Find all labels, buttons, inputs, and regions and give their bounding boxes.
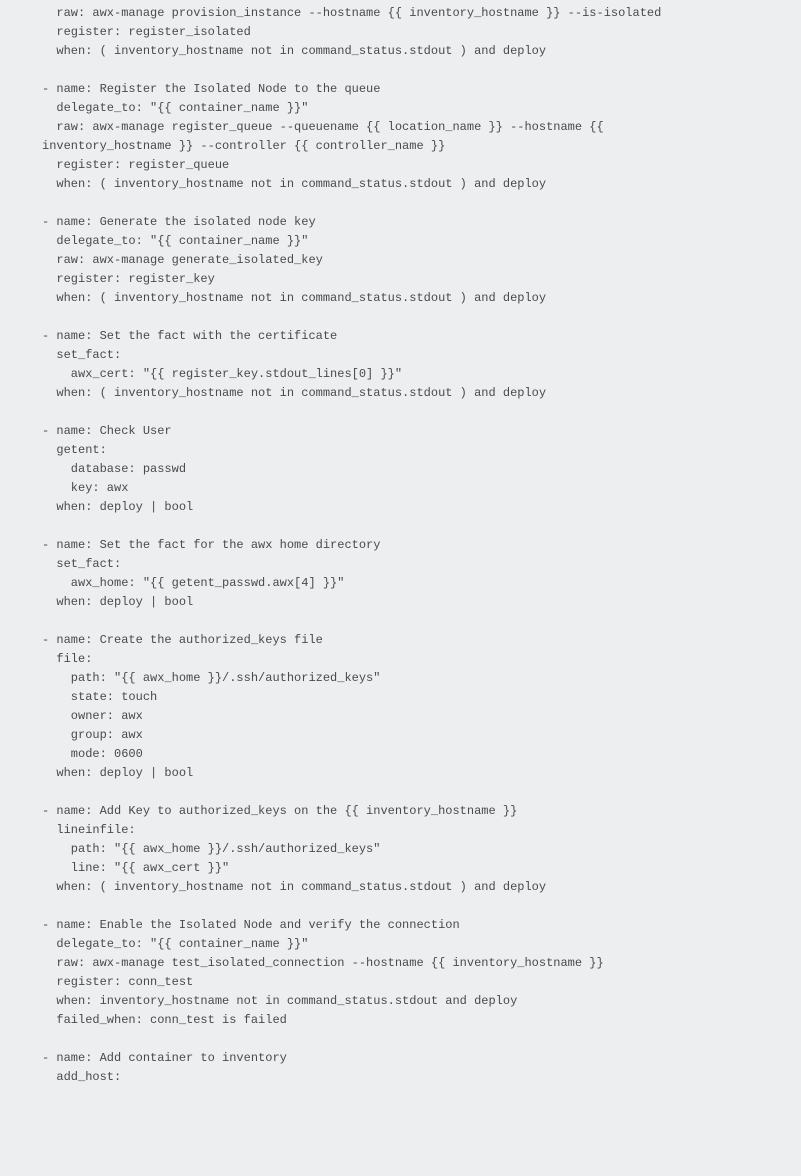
yaml-code-block: raw: awx-manage provision_instance --hos… (0, 0, 801, 1097)
